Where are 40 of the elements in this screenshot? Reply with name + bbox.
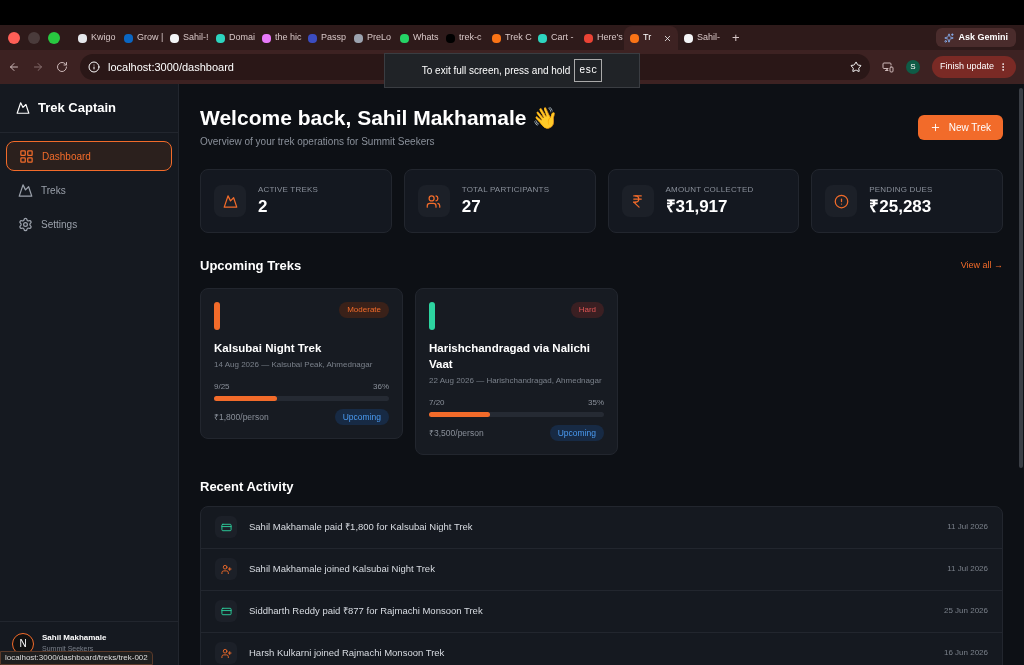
fill-percent: 35% (588, 396, 604, 409)
url-text: localhost:3000/dashboard (108, 59, 234, 75)
activity-date: 25 Jun 2026 (943, 605, 988, 618)
trek-price: ₹3,500/person (429, 426, 484, 440)
trek-price: ₹1,800/person (214, 410, 269, 424)
fill-percent: 36% (373, 380, 389, 393)
activity-date: 11 Jul 2026 (947, 521, 988, 534)
difficulty-tag: Moderate (339, 301, 389, 318)
activity-date: 11 Jul 2026 (947, 563, 988, 576)
status-tag: Upcoming (549, 424, 604, 442)
status-tag: Upcoming (334, 408, 389, 426)
activity-date: 16 Jun 2026 (943, 647, 988, 660)
trek-meta: 14 Aug 2026 — Kalsubai Peak, Ahmednagar (214, 358, 374, 371)
activity-text: Sahil Makhamale paid ₹1,800 for Kalsubai Night Trek (249, 520, 473, 535)
stat-label: TOTAL PARTICIPANTS (461, 184, 550, 196)
toast-text: To exit full screen, press and hold (421, 64, 571, 78)
trek-name: Kalsubai Night Trek (214, 340, 323, 356)
stat-value: ₹31,917 (665, 196, 729, 218)
stat-value: ₹25,283 (869, 196, 933, 218)
page-subtitle: Overview of your trek operations for Summit Seekers (200, 135, 436, 149)
participant-count: 7/20 (429, 396, 445, 409)
page-title: Welcome back, Sahil Makhamale 👋 (200, 105, 559, 131)
stat-label: PENDING DUES (869, 184, 933, 196)
brand-name: Trek Captain (38, 99, 117, 118)
stat-value: 27 (461, 196, 482, 218)
section-title: Recent Activity (200, 478, 295, 497)
difficulty-tag: Hard (570, 301, 604, 318)
trek-meta: 22 Aug 2026 — Harishchandragad, Ahmednagar (429, 374, 603, 387)
user-name: Sahil Makhamale (42, 632, 107, 645)
section-title: Upcoming Treks (200, 257, 302, 275)
activity-text: Harsh Kulkarni joined Rajmachi Monsoon Trek (249, 646, 445, 661)
stat-value: 2 (258, 196, 269, 218)
trek-name: Harishchandragad via Nalichi Vaat (429, 340, 592, 372)
esc-key: esc (574, 59, 603, 82)
stat-label: ACTIVE TREKS (258, 184, 319, 196)
status-url: localhost:3000/dashboard/treks/trek-002 (0, 651, 153, 665)
stat-label: AMOUNT COLLECTED (665, 184, 754, 196)
activity-text: Sahil Makhamale joined Kalsubai Night Trek (249, 562, 435, 577)
participant-count: 9/25 (214, 380, 230, 393)
activity-text: Siddharth Reddy paid ₹877 for Rajmachi Monsoon Trek (249, 604, 483, 619)
